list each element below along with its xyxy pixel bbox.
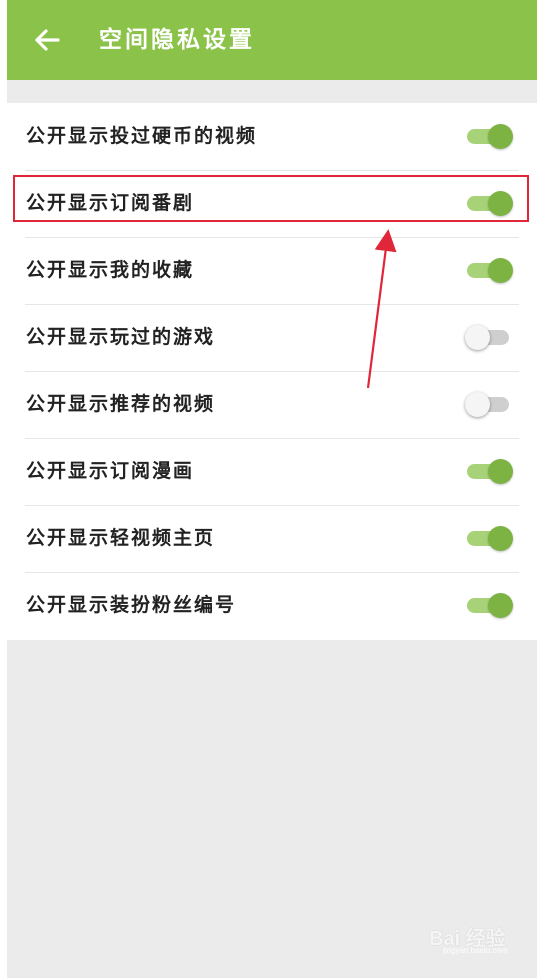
setting-label: 公开显示订阅漫画	[26, 460, 195, 482]
setting-label: 公开显示装扮粉丝编号	[26, 594, 237, 616]
back-button[interactable]	[33, 26, 61, 54]
setting-label: 公开显示投过硬币的视频	[26, 125, 258, 147]
setting-label: 公开显示玩过的游戏	[26, 326, 216, 348]
toggle-thumb	[488, 593, 513, 618]
toggle-switch[interactable]	[465, 526, 515, 551]
toggle-thumb	[465, 325, 490, 350]
toggle-switch[interactable]	[465, 392, 515, 417]
toggle-thumb	[488, 124, 513, 149]
setting-label: 公开显示推荐的视频	[26, 393, 216, 415]
toggle-switch[interactable]	[465, 593, 515, 618]
highlight-annotation-box	[13, 175, 529, 222]
setting-row[interactable]: 公开显示推荐的视频	[7, 371, 537, 438]
toggle-switch[interactable]	[465, 258, 515, 283]
setting-row[interactable]: 公开显示轻视频主页	[7, 505, 537, 572]
toggle-switch[interactable]	[465, 325, 515, 350]
toggle-switch[interactable]	[465, 459, 515, 484]
toggle-thumb	[465, 392, 490, 417]
toggle-thumb	[488, 459, 513, 484]
setting-label: 公开显示轻视频主页	[26, 527, 216, 549]
page-title: 空间隐私设置	[99, 26, 255, 53]
setting-label: 公开显示我的收藏	[26, 259, 195, 281]
toggle-switch[interactable]	[465, 124, 515, 149]
app-bar: 空间隐私设置	[7, 0, 537, 80]
setting-row[interactable]: 公开显示订阅漫画	[7, 438, 537, 505]
setting-row[interactable]: 公开显示玩过的游戏	[7, 304, 537, 371]
setting-row[interactable]: 公开显示投过硬币的视频	[7, 103, 537, 170]
toggle-thumb	[488, 526, 513, 551]
setting-row[interactable]: 公开显示装扮粉丝编号	[7, 572, 537, 639]
setting-row[interactable]: 公开显示我的收藏	[7, 237, 537, 304]
toggle-thumb	[488, 258, 513, 283]
app-screen: 空间隐私设置 公开显示投过硬币的视频 公开显示订阅番剧 公开显示我的收藏 公开显…	[7, 0, 537, 978]
arrow-left-icon	[35, 29, 60, 51]
watermark-sub-text: jingyan.baidu.com	[443, 946, 508, 955]
watermark-logo: Bai 经验 jingyan.baidu.com	[419, 918, 529, 958]
